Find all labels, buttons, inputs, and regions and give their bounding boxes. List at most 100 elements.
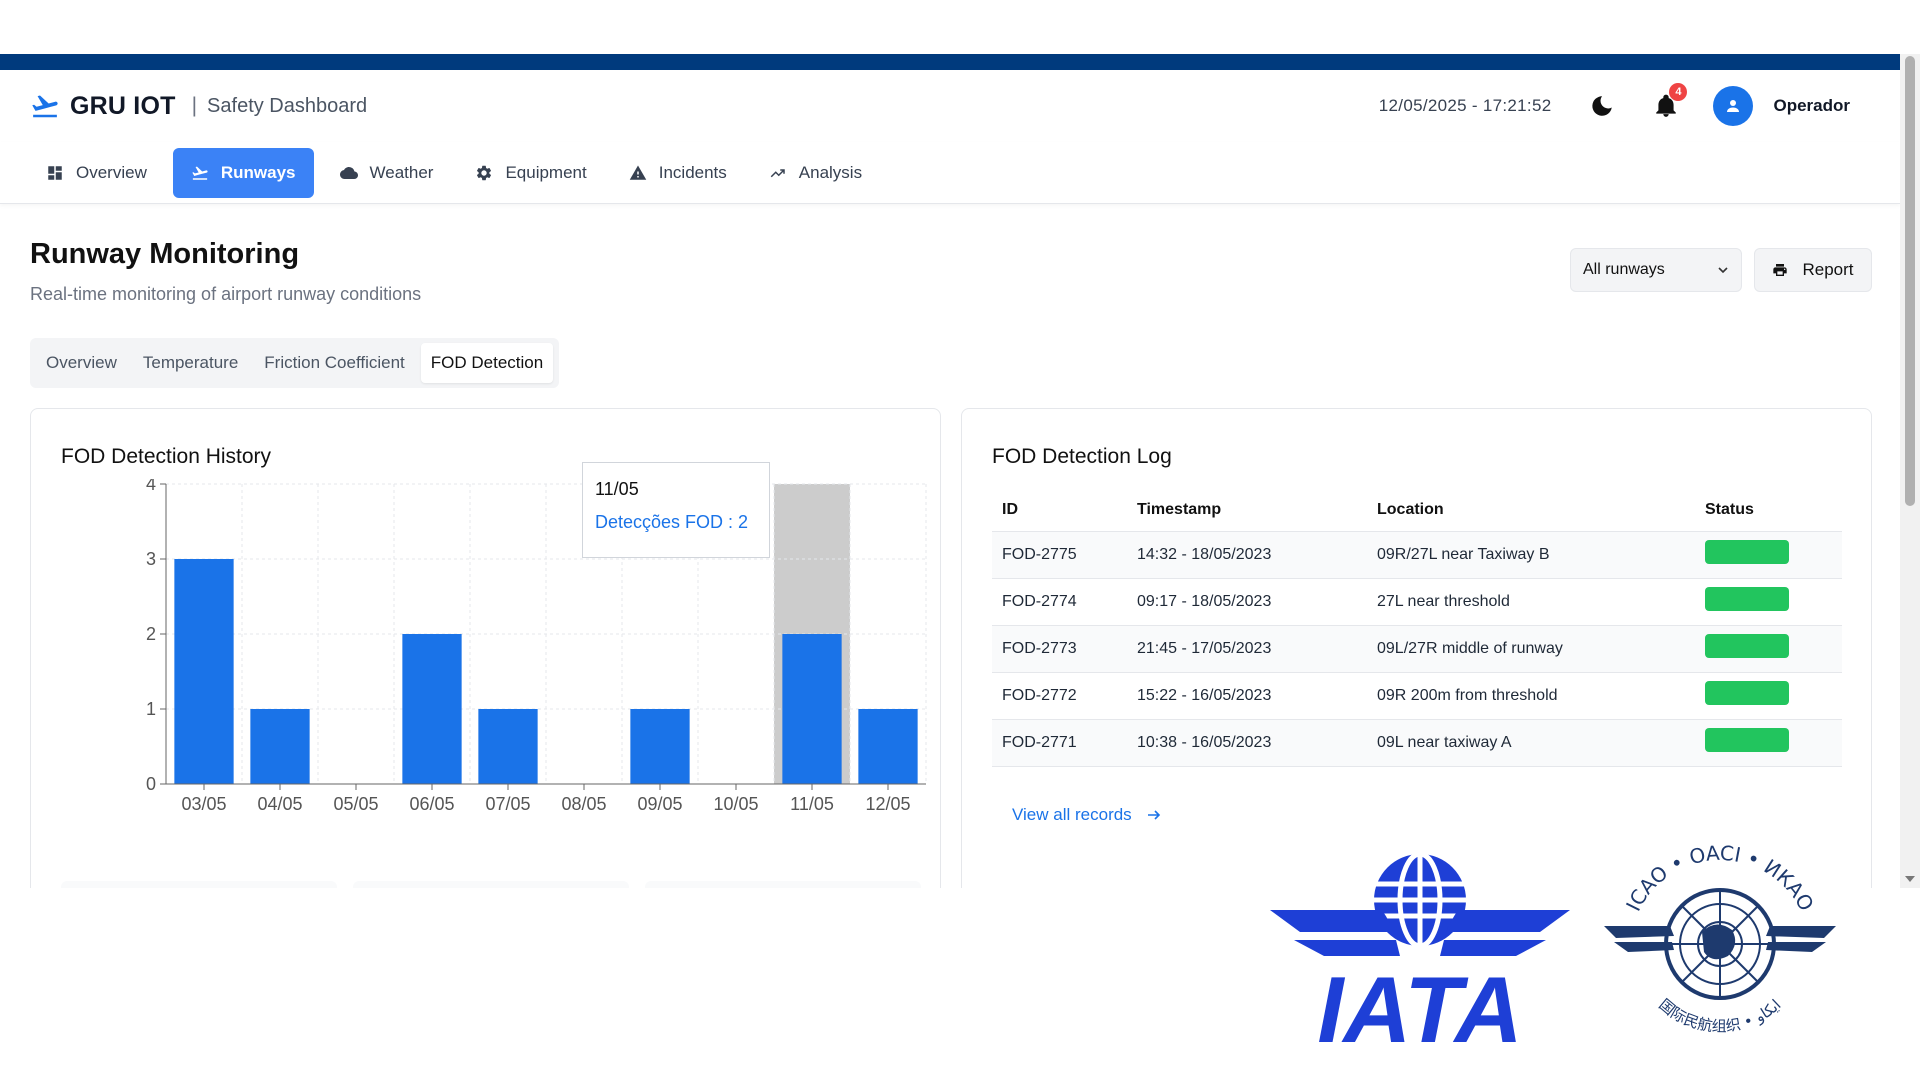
brand-separator: | (191, 94, 198, 117)
status-badge (1705, 634, 1789, 658)
user-icon (1727, 100, 1740, 112)
x-tick-label: 03/05 (181, 794, 226, 814)
app-header: GRU IOT | Safety Dashboard 12/05/2025 - … (0, 70, 1900, 142)
cell-status (1695, 719, 1842, 767)
y-tick-label: 0 (146, 774, 156, 794)
cell-location: 09L/27R middle of runway (1367, 625, 1695, 673)
nav-weather[interactable]: Weather (324, 148, 450, 198)
fod-history-title: FOD Detection History (61, 445, 272, 468)
dark-mode-toggle[interactable] (1585, 89, 1619, 123)
subtab-overview[interactable]: Overview (36, 343, 127, 383)
table-row[interactable]: FOD-2775 14:32 - 18/05/2023 09R/27L near… (992, 531, 1842, 579)
bar-06-05 (402, 634, 462, 784)
main-nav: Overview Runways Weather Equipment Incid… (0, 142, 1900, 204)
nav-equipment[interactable]: Equipment (459, 148, 602, 198)
col-timestamp: Timestamp (1127, 489, 1367, 532)
cell-location: 09R 200m from threshold (1367, 672, 1695, 720)
cell-id: FOD-2773 (992, 625, 1127, 673)
icao-ring-bottom-text: 国际民航组织 • ايكاو (1655, 995, 1784, 1035)
stat-card (61, 881, 337, 888)
x-tick-label: 10/05 (713, 794, 758, 814)
runway-select[interactable]: All runways (1570, 248, 1742, 292)
view-all-label: View all records (1012, 805, 1132, 824)
scroll-down-arrow[interactable] (1905, 876, 1915, 882)
cell-id: FOD-2771 (992, 719, 1127, 767)
icao-logo: ICAO • OACI • ИКАО 国际民航组织 • ايكاو (1604, 841, 1836, 1035)
grid-icon (48, 165, 62, 180)
nav-label: Analysis (798, 162, 863, 182)
tooltip-date: 11/05 (595, 479, 639, 499)
stat-cards-row (61, 881, 921, 888)
avatar[interactable] (1713, 86, 1754, 126)
datetime-clock: 12/05/2025 - 17:21:52 (1378, 96, 1552, 115)
tooltip-value: Detecções FOD : 2 (595, 512, 749, 532)
plane-departure-icon (32, 95, 58, 118)
y-tick-label: 3 (146, 549, 156, 569)
notifications-button[interactable]: 4 (1649, 83, 1688, 123)
x-tick-label: 11/05 (790, 794, 834, 814)
table-row[interactable]: FOD-2773 21:45 - 17/05/2023 09L/27R midd… (992, 625, 1842, 673)
scrollbar-thumb[interactable] (1905, 56, 1915, 506)
report-button[interactable]: Report (1754, 248, 1872, 292)
status-badge (1705, 728, 1789, 752)
stat-card (353, 881, 629, 888)
bar-03-05 (174, 559, 234, 784)
brand-strip (0, 54, 1900, 70)
y-tick-label: 2 (146, 624, 156, 644)
user-name[interactable]: Operador (1773, 96, 1850, 116)
cell-timestamp: 10:38 - 16/05/2023 (1127, 719, 1367, 767)
page-scrollbar[interactable] (1900, 54, 1920, 888)
subtab-fod-detection[interactable]: FOD Detection (420, 343, 554, 383)
iata-logo: IATA (1270, 851, 1570, 1048)
y-tick-label: 1 (146, 699, 156, 719)
moon-icon (1592, 96, 1613, 116)
cell-status (1695, 531, 1842, 579)
arrow-right-icon (1147, 810, 1160, 820)
cell-status (1695, 625, 1842, 673)
x-tick-label: 07/05 (485, 794, 530, 814)
nav-label: Incidents (658, 162, 727, 182)
runway-select-value: All runways (1583, 261, 1665, 278)
table-row[interactable]: FOD-2771 10:38 - 16/05/2023 09L near tax… (992, 719, 1842, 767)
x-tick-label: 08/05 (561, 794, 606, 814)
nav-runways[interactable]: Runways (172, 147, 314, 198)
cell-timestamp: 15:22 - 16/05/2023 (1127, 672, 1367, 720)
table-row[interactable]: FOD-2774 09:17 - 18/05/2023 27L near thr… (992, 578, 1842, 626)
nav-incidents[interactable]: Incidents (613, 148, 743, 198)
status-badge (1705, 540, 1789, 564)
cell-status (1695, 578, 1842, 626)
cell-location: 09R/27L near Taxiway B (1367, 531, 1695, 579)
fod-history-card: FOD Detection History 0 1 2 3 4 03/05 04/05 05/… (30, 408, 941, 888)
cell-timestamp: 14:32 - 18/05/2023 (1127, 531, 1367, 579)
dashboard-app: GRU IOT | Safety Dashboard 12/05/2025 - … (0, 70, 1900, 888)
nav-analysis[interactable]: Analysis (753, 148, 878, 198)
warning-icon (629, 165, 646, 180)
nav-label: Equipment (505, 162, 587, 182)
nav-overview[interactable]: Overview (30, 148, 163, 198)
cell-id: FOD-2775 (992, 531, 1127, 579)
bar-11-05 (782, 634, 842, 784)
cloud-icon (339, 166, 358, 179)
cell-timestamp: 21:45 - 17/05/2023 (1127, 625, 1367, 673)
subtab-temperature[interactable]: Temperature (133, 343, 248, 383)
page-title: Runway Monitoring (30, 238, 300, 270)
nav-label: Runways (220, 162, 296, 182)
printer-icon (1773, 264, 1788, 276)
brand-name: GRU IOT (70, 91, 176, 120)
page-subtitle: Real-time monitoring of airport runway c… (30, 284, 422, 304)
stat-card (645, 881, 921, 888)
cell-id: FOD-2772 (992, 672, 1127, 720)
plane-departure-icon (192, 166, 208, 180)
cell-timestamp: 09:17 - 18/05/2023 (1127, 578, 1367, 626)
logo[interactable]: GRU IOT | Safety Dashboard (30, 91, 367, 121)
fod-log-title: FOD Detection Log (992, 445, 1172, 468)
nav-label: Overview (76, 162, 147, 182)
view-all-records-link[interactable]: View all records (1012, 805, 1162, 825)
subtab-friction[interactable]: Friction Coefficient (254, 343, 414, 383)
bar-04-05 (250, 709, 310, 784)
x-tick-label: 05/05 (333, 794, 378, 814)
fod-log-table: ID Timestamp Location Status FOD-2775 14… (992, 489, 1842, 767)
header-actions: 12/05/2025 - 17:21:52 4 Operador (1378, 83, 1870, 126)
table-row[interactable]: FOD-2772 15:22 - 16/05/2023 09R 200m fro… (992, 672, 1842, 720)
x-tick-label: 04/05 (257, 794, 302, 814)
